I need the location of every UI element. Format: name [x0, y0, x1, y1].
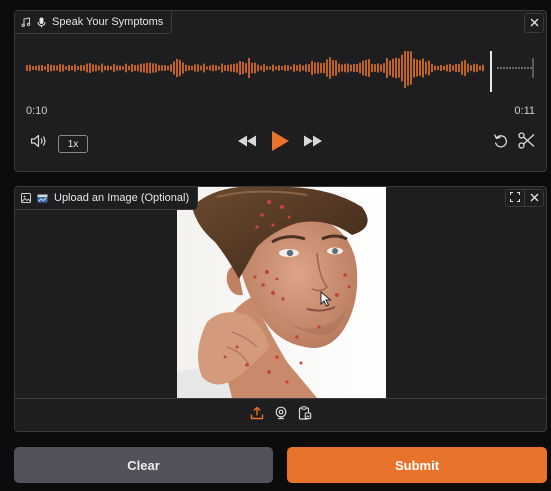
fast-forward-icon [302, 134, 324, 153]
volume-button[interactable] [29, 134, 49, 152]
total-time: 0:11 [514, 105, 535, 117]
music-note-icon [21, 17, 31, 27]
close-image-button[interactable] [524, 190, 543, 206]
webcam-icon [274, 406, 288, 425]
clipboard-icon [298, 405, 312, 425]
audio-waveform[interactable] [25, 51, 535, 107]
audio-label-text: Speak Your Symptoms [52, 16, 164, 28]
clipboard-source-button[interactable] [297, 405, 313, 425]
close-audio-button[interactable] [524, 13, 544, 33]
upload-icon [250, 406, 264, 425]
image-upload-label-text: Upload an Image (Optional) [54, 192, 190, 204]
upload-source-button[interactable] [249, 406, 265, 425]
volume-icon [30, 134, 48, 153]
close-icon [530, 189, 539, 207]
undo-icon [493, 133, 509, 154]
image-source-bar [15, 398, 546, 431]
fast-forward-button[interactable] [301, 135, 325, 151]
clear-button[interactable]: Clear [14, 447, 273, 483]
trim-button[interactable] [515, 132, 537, 154]
image-icon [21, 193, 31, 203]
audio-label: Speak Your Symptoms [15, 11, 173, 34]
fullscreen-icon [509, 189, 521, 207]
close-icon [530, 14, 539, 32]
current-time: 0:10 [26, 105, 48, 117]
playback-rate-button[interactable]: 1x [58, 135, 88, 153]
play-button[interactable] [268, 130, 292, 157]
audio-panel: Speak Your Symptoms 0:10 0:11 1x [14, 10, 547, 172]
image-toolbar [505, 189, 544, 207]
picture-icon [37, 194, 48, 203]
play-icon [270, 130, 290, 157]
microphone-icon [37, 17, 46, 28]
fullscreen-button[interactable] [506, 190, 524, 206]
rewind-icon [236, 134, 258, 153]
mouse-cursor-icon [320, 291, 332, 307]
undo-button[interactable] [491, 133, 511, 154]
submit-button[interactable]: Submit [287, 447, 547, 483]
scissors-icon [517, 132, 535, 154]
image-upload-label: Upload an Image (Optional) [15, 187, 199, 210]
rewind-button[interactable] [235, 135, 259, 151]
image-upload-panel: Upload an Image (Optional) [14, 186, 547, 432]
uploaded-photo [177, 187, 386, 398]
webcam-source-button[interactable] [273, 406, 289, 425]
